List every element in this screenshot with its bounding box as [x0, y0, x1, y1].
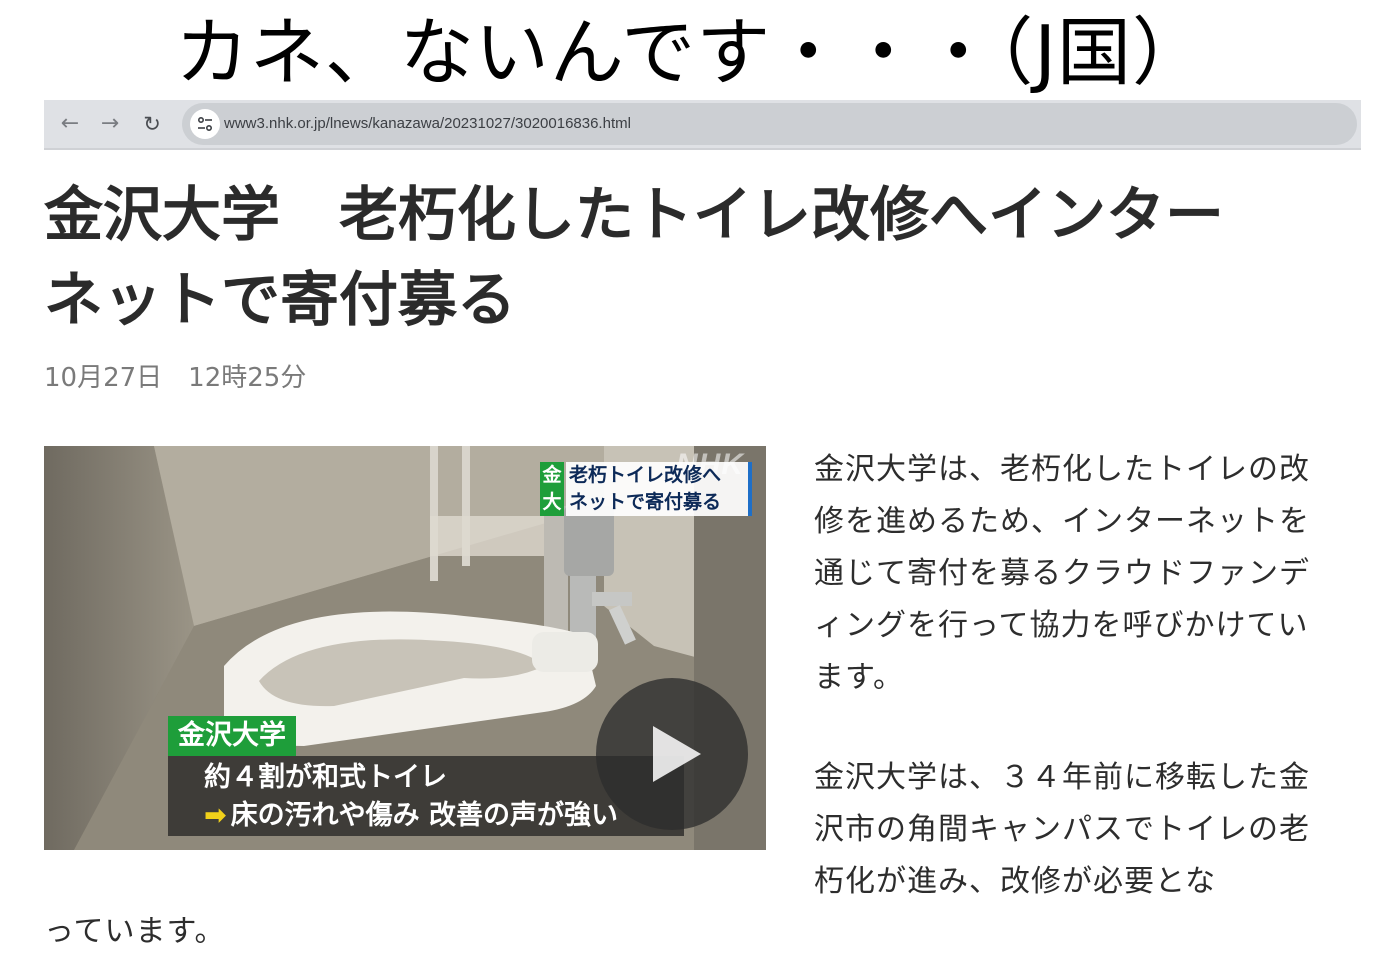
play-icon: [653, 726, 701, 782]
video-player[interactable]: NHK 金 大 老朽トイレ改修へ ネットで寄付募る 金沢大学 約４割が和式トイレ…: [44, 446, 766, 850]
url-text[interactable]: www3.nhk.or.jp/lnews/kanazawa/20231027/3…: [224, 103, 631, 145]
reload-icon[interactable]: ↻: [138, 110, 166, 138]
lower-third-text: 床の汚れや傷み 改善の声が強い: [230, 800, 619, 831]
arrow-left-icon[interactable]: ←: [56, 110, 84, 138]
arrow-right-icon[interactable]: →: [96, 110, 124, 138]
article-date: 10月27日 12時25分: [44, 363, 307, 393]
article-paragraph: 金沢大学は、老朽化したトイレの改修を進めるため、インターネットを通じて寄付を募る…: [814, 452, 1310, 695]
tune-icon[interactable]: [190, 109, 220, 139]
article-paragraph-tail: っています。: [44, 914, 226, 949]
caption-body: 老朽トイレ改修へ ネットで寄付募る: [566, 462, 752, 516]
caption-tag: 金 大: [540, 462, 564, 516]
headline-line-1: 金沢大学 老朽化したトイレ改修へインター: [44, 180, 1225, 249]
headline-line-2: ネットで寄付募る: [44, 265, 517, 334]
lower-third-tag: 金沢大学: [168, 716, 296, 756]
caption-tag-char: 金: [542, 464, 562, 486]
lower-third-line: 約４割が和式トイレ: [204, 762, 447, 793]
caption-line: 老朽トイレ改修へ: [569, 464, 722, 486]
caption-tag-char: 大: [542, 491, 562, 513]
meme-caption: カネ、ないんです・・・（J国）: [174, 10, 1208, 96]
browser-toolbar: ← → ↻ www3.nhk.or.jp/lnews/kanazawa/2023…: [44, 100, 1361, 150]
caption-line: ネットで寄付募る: [569, 491, 722, 513]
play-button[interactable]: [596, 678, 748, 830]
arrow-right-icon: ➡: [204, 800, 227, 831]
lower-third-line: ➡ 床の汚れや傷み 改善の声が強い: [204, 796, 618, 836]
address-bar[interactable]: www3.nhk.or.jp/lnews/kanazawa/20231027/3…: [182, 103, 1357, 145]
article-paragraph: 金沢大学は、３４年前に移転した金沢市の角間キャンパスでトイレの老朽化が進み、改修…: [814, 760, 1310, 899]
article-headline: 金沢大学 老朽化したトイレ改修へインター ネットで寄付募る: [44, 172, 1364, 342]
